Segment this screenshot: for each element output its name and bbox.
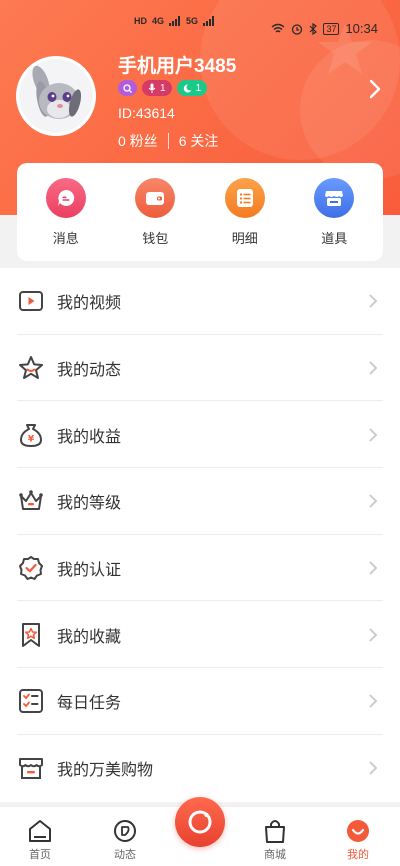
following-count[interactable]: 6 关注 [179, 131, 219, 151]
quick-action-props[interactable]: 道具 [294, 177, 374, 247]
chevron-right-icon [369, 628, 378, 642]
badge-mic: 1 [142, 80, 172, 96]
menu-item-label: 每日任务 [57, 695, 122, 713]
alarm-icon [292, 23, 303, 35]
bunny-avatar-icon [19, 59, 93, 133]
network-4g-indicator: 4G [152, 16, 165, 26]
menu-item-level[interactable]: 我的等级 [0, 468, 400, 535]
battery-indicator: 37 [323, 22, 340, 35]
menu-item-label: 我的收藏 [57, 628, 122, 646]
hd-indicator: HD [134, 16, 147, 26]
star-icon [19, 356, 43, 380]
chevron-right-icon [369, 361, 378, 375]
tab-label: 商城 [264, 849, 286, 861]
badge-moon: 1 [176, 80, 208, 96]
username: 手机用户3485 [118, 56, 237, 77]
quick-actions-card: 消息 钱包 明细 道具 [17, 163, 383, 261]
menu-item-videos[interactable]: 我的视频 [0, 268, 400, 335]
menu-item-earnings[interactable]: ¥ 我的收益 [0, 401, 400, 469]
profile-chevron-right-icon[interactable] [368, 78, 382, 100]
tab-label: 首页 [29, 849, 51, 861]
tab-mine[interactable]: 我的 [318, 807, 398, 866]
status-indicators: HD 4G 5G [134, 16, 215, 26]
moments-icon [114, 820, 136, 842]
menu-item-label: 我的收益 [57, 428, 122, 446]
shop-icon [19, 758, 43, 780]
certified-badge-icon [19, 556, 43, 581]
tab-mall[interactable]: 商城 [235, 807, 315, 866]
mic-icon [148, 83, 156, 93]
status-bar: HD 4G 5G 37 10:34 [0, 0, 400, 36]
quick-action-label: 消息 [52, 230, 79, 246]
chevron-right-icon [369, 428, 378, 442]
tab-home[interactable]: 首页 [0, 807, 80, 866]
camera-ring-icon [188, 810, 212, 834]
chevron-right-icon [369, 694, 378, 709]
home-icon [29, 820, 51, 842]
network-5g-indicator: 5G [186, 16, 199, 26]
menu-item-label: 我的认证 [57, 562, 122, 580]
search-badge-icon [123, 83, 132, 93]
camera-record-button[interactable] [175, 797, 225, 847]
menu-item-favorites[interactable]: 我的收藏 [0, 601, 400, 669]
video-icon [19, 291, 43, 312]
wifi-icon [271, 23, 285, 33]
divider [167, 133, 169, 149]
user-id: ID:43614 [118, 105, 175, 121]
chevron-right-icon [369, 494, 378, 509]
menu-item-wanmei-shopping[interactable]: 我的万美购物 [0, 735, 400, 802]
tab-label: 动态 [114, 849, 136, 861]
user-badges: 1 1 [118, 80, 208, 96]
badge-mic-count: 1 [160, 82, 166, 94]
menu-item-label: 我的视频 [57, 295, 122, 313]
chevron-right-icon [369, 294, 378, 308]
menu-item-moments[interactable]: 我的动态 [0, 335, 400, 402]
signal-icon [203, 16, 215, 26]
signal-icon [169, 16, 181, 26]
chevron-right-icon [369, 761, 378, 775]
badge-search [118, 80, 137, 96]
badge-moon-count: 1 [195, 82, 202, 94]
list-detail-icon [224, 177, 265, 218]
tab-moments[interactable]: 动态 [85, 807, 165, 866]
menu-item-label: 我的动态 [57, 362, 122, 380]
task-list-icon [19, 689, 43, 714]
fans-count[interactable]: 0 粉丝 [118, 131, 158, 151]
quick-action-label: 明细 [231, 230, 258, 246]
menu-item-daily-tasks[interactable]: 每日任务 [0, 668, 400, 735]
message-icon [45, 177, 86, 218]
bookmark-icon [22, 622, 40, 647]
wallet-icon [135, 177, 176, 218]
menu-item-certification[interactable]: 我的认证 [0, 535, 400, 602]
menu-item-label: 我的万美购物 [57, 762, 154, 780]
store-icon [314, 177, 355, 218]
tab-label: 我的 [347, 849, 369, 861]
svg-text:¥: ¥ [28, 434, 35, 444]
profile-smile-icon [347, 820, 369, 842]
moon-icon [183, 83, 192, 92]
money-bag-icon: ¥ [20, 423, 42, 447]
bluetooth-icon [310, 22, 318, 35]
quick-action-label: 钱包 [142, 230, 169, 246]
shopping-bag-icon [265, 820, 285, 843]
follow-stats: 0 粉丝 6 关注 [118, 131, 218, 151]
chevron-right-icon [369, 561, 378, 575]
menu-list: 我的视频 我的动态 ¥ 我的收益 我的等级 我的认证 我的收藏 每日任务 我的万… [0, 268, 400, 802]
status-right: 37 10:34 [271, 21, 378, 36]
menu-item-label: 我的等级 [57, 495, 122, 513]
avatar[interactable] [16, 56, 96, 136]
quick-action-details[interactable]: 明细 [205, 177, 285, 247]
clock: 10:34 [345, 21, 378, 36]
quick-action-wallet[interactable]: 钱包 [115, 177, 195, 247]
quick-action-label: 道具 [321, 230, 348, 246]
crown-icon [19, 490, 43, 511]
quick-action-messages[interactable]: 消息 [26, 177, 106, 247]
